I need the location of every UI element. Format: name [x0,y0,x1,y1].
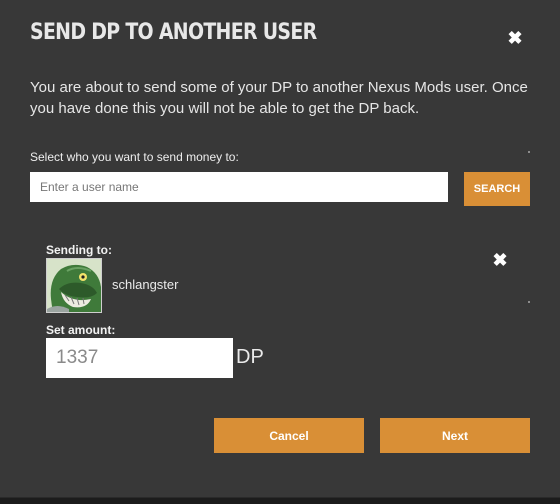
divider-tick [528,151,530,153]
close-icon[interactable]: ✖ [506,29,524,47]
search-button[interactable]: SEARCH [464,172,530,206]
recipient-username: schlangster [112,277,179,292]
remove-recipient-icon[interactable]: ✖ [491,251,509,269]
sending-to-label: Sending to: [46,243,112,257]
amount-input[interactable] [46,338,233,378]
cancel-button[interactable]: Cancel [214,418,364,453]
dialog-title: SEND DP TO ANOTHER USER [30,20,317,45]
page-background-strip [0,498,560,504]
set-amount-label: Set amount: [46,323,116,337]
divider-tick [528,301,530,303]
avatar [46,258,102,313]
intro-text: You are about to send some of your DP to… [30,79,528,117]
search-label: Select who you want to send money to: [30,150,239,164]
avatar-image [47,259,101,312]
send-dp-dialog: SEND DP TO ANOTHER USER ✖ You are about … [0,0,560,498]
amount-unit: DP [236,346,264,368]
next-button[interactable]: Next [380,418,530,453]
user-search-input[interactable] [30,172,448,202]
